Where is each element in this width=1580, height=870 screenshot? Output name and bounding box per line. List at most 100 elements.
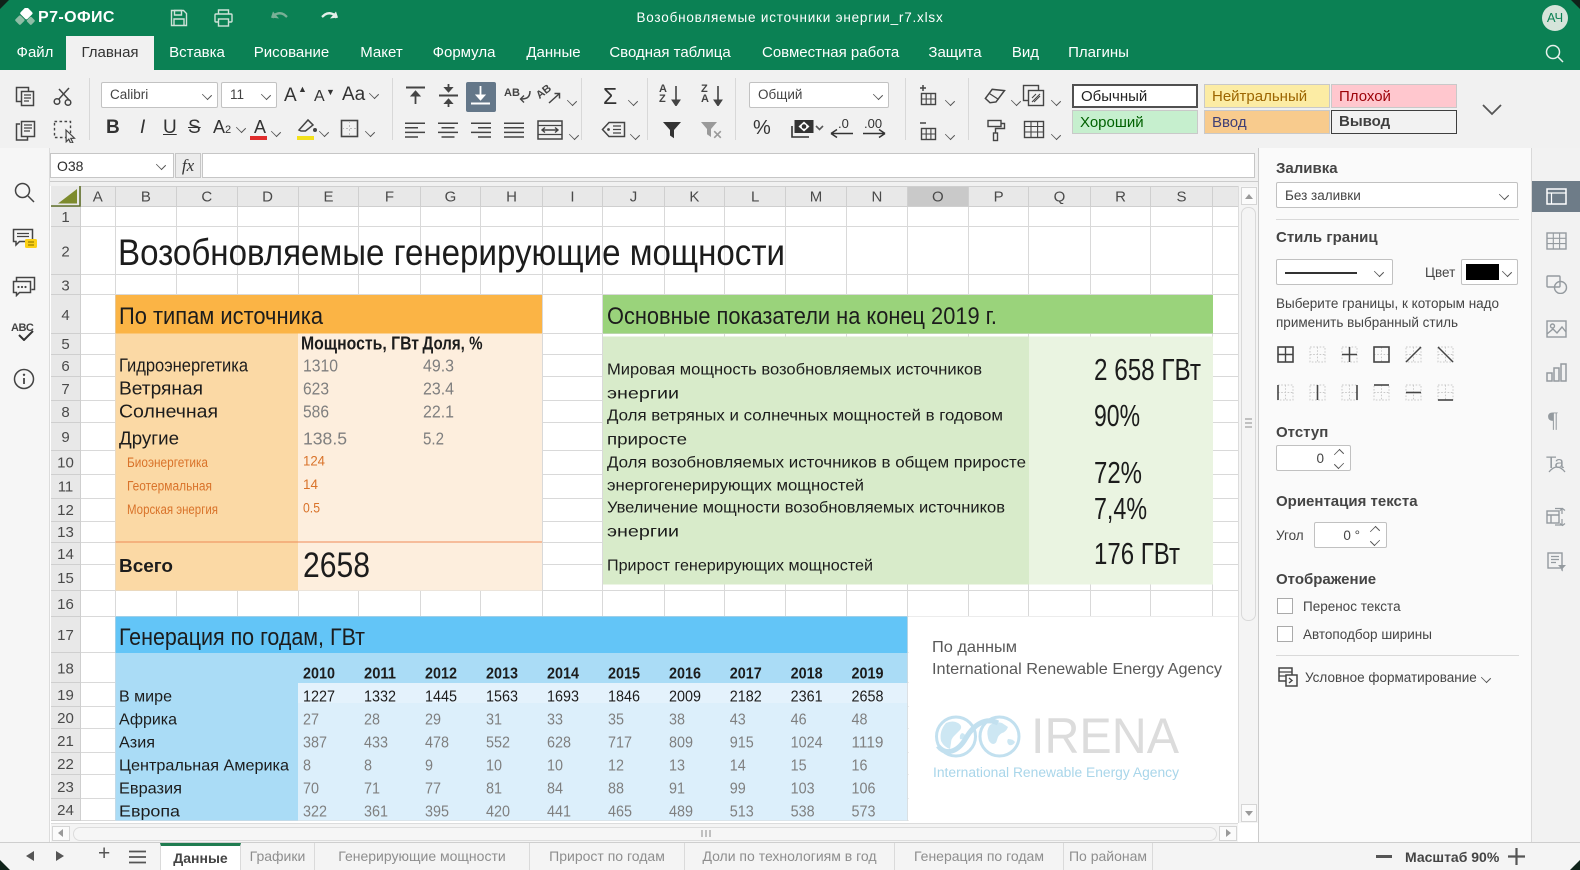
svg-text:465: 465 <box>608 804 632 821</box>
svg-text:395: 395 <box>425 804 449 821</box>
svg-text:2017: 2017 <box>730 666 762 683</box>
svg-text:46: 46 <box>791 712 807 729</box>
svg-text:717: 717 <box>608 735 632 752</box>
svg-text:1332: 1332 <box>364 689 396 706</box>
svg-text:433: 433 <box>364 735 388 752</box>
svg-text:124: 124 <box>303 454 325 469</box>
svg-text:2: 2 <box>61 244 69 261</box>
svg-text:15: 15 <box>791 758 807 775</box>
svg-text:573: 573 <box>852 804 876 821</box>
svg-text:9: 9 <box>61 429 69 446</box>
svg-text:176 ГВт: 176 ГВт <box>1094 536 1180 571</box>
svg-text:Мировая мощность возобновляемы: Мировая мощность возобновляемых источник… <box>607 362 982 379</box>
svg-text:20: 20 <box>57 710 74 727</box>
svg-text:2013: 2013 <box>486 666 518 683</box>
svg-text:R: R <box>1115 189 1126 206</box>
svg-text:49.3: 49.3 <box>423 356 454 376</box>
svg-text:441: 441 <box>547 804 571 821</box>
svg-text:13: 13 <box>669 758 685 775</box>
svg-text:B: B <box>141 189 151 206</box>
svg-text:2658: 2658 <box>852 689 884 706</box>
svg-text:18: 18 <box>57 661 74 678</box>
svg-text:1024: 1024 <box>791 735 823 752</box>
svg-text:8: 8 <box>364 758 372 775</box>
svg-text:17: 17 <box>57 627 74 644</box>
svg-text:A: A <box>93 189 103 206</box>
svg-text:5.2: 5.2 <box>423 429 444 449</box>
svg-text:16: 16 <box>57 596 74 613</box>
svg-text:.0: .0 <box>838 117 849 131</box>
svg-text:1846: 1846 <box>608 689 640 706</box>
svg-text:70: 70 <box>303 781 319 798</box>
svg-text:D: D <box>262 189 273 206</box>
svg-text:Возобновляемые генерирующие мо: Возобновляемые генерирующие мощности <box>118 232 785 273</box>
svg-text:Доля, %: Доля, % <box>423 334 483 354</box>
svg-text:International Renewable Energy: International Renewable Energy Agency <box>932 661 1222 678</box>
svg-text:J: J <box>630 189 638 206</box>
svg-text:28: 28 <box>364 712 380 729</box>
svg-text:C: C <box>201 189 212 206</box>
svg-text:энергии: энергии <box>607 386 679 403</box>
svg-text:623: 623 <box>303 379 329 399</box>
svg-text:10: 10 <box>547 758 563 775</box>
svg-text:322: 322 <box>303 804 327 821</box>
svg-text:Центральная Америка: Центральная Америка <box>119 758 289 775</box>
svg-text:5: 5 <box>61 336 69 353</box>
svg-text:33: 33 <box>547 712 563 729</box>
svg-text:Мощность, ГВт: Мощность, ГВт <box>301 334 419 354</box>
svg-text:77: 77 <box>425 781 441 798</box>
svg-text:IRENA: IRENA <box>1031 708 1180 764</box>
svg-text:приросте: приросте <box>607 432 687 449</box>
svg-text:628: 628 <box>547 735 571 752</box>
svg-text:7: 7 <box>61 381 69 398</box>
svg-text:2011: 2011 <box>364 666 396 683</box>
svg-text:16: 16 <box>852 758 868 775</box>
svg-text:38: 38 <box>669 712 685 729</box>
svg-text:2018: 2018 <box>791 666 823 683</box>
svg-text:E: E <box>323 189 333 206</box>
svg-text:2010: 2010 <box>303 666 335 683</box>
svg-text:24: 24 <box>57 802 74 819</box>
svg-text:1563: 1563 <box>486 689 518 706</box>
svg-text:энергии: энергии <box>607 524 679 541</box>
svg-text:P: P <box>994 189 1004 206</box>
svg-text:809: 809 <box>669 735 693 752</box>
svg-text:23: 23 <box>57 779 74 796</box>
svg-text:2014: 2014 <box>547 666 579 683</box>
svg-text:10: 10 <box>57 455 74 472</box>
svg-text:2016: 2016 <box>669 666 701 683</box>
svg-text:I: I <box>570 189 574 206</box>
svg-text:L: L <box>751 189 759 206</box>
svg-text:Морская энергия: Морская энергия <box>127 502 218 517</box>
svg-text:Евразия: Евразия <box>119 781 182 798</box>
svg-text:21: 21 <box>57 733 74 750</box>
svg-text:0.5: 0.5 <box>303 501 320 516</box>
svg-text:538: 538 <box>791 804 815 821</box>
svg-text:99: 99 <box>730 781 746 798</box>
svg-text:2019: 2019 <box>852 666 884 683</box>
svg-text:106: 106 <box>852 781 876 798</box>
svg-text:586: 586 <box>303 402 329 422</box>
svg-text:N: N <box>871 189 882 206</box>
svg-text:энергогенерирующих мощностей: энергогенерирующих мощностей <box>607 478 864 495</box>
svg-text:420: 420 <box>486 804 510 821</box>
svg-text:71: 71 <box>364 781 380 798</box>
svg-text:M: M <box>810 189 823 206</box>
svg-text:F: F <box>385 189 394 206</box>
svg-text:Увеличение мощности возобновля: Увеличение мощности возобновляемых источ… <box>607 500 1005 517</box>
svg-text:103: 103 <box>791 781 815 798</box>
svg-text:Ветряная: Ветряная <box>119 379 203 399</box>
svg-text:Биоэнергетика: Биоэнергетика <box>127 455 208 470</box>
svg-text:513: 513 <box>730 804 754 821</box>
svg-text:Q: Q <box>1054 189 1066 206</box>
svg-text:1445: 1445 <box>425 689 457 706</box>
svg-text:Азия: Азия <box>119 735 155 752</box>
svg-text:915: 915 <box>730 735 754 752</box>
svg-text:Доля ветряных и солнечных мощн: Доля ветряных и солнечных мощностей в го… <box>607 408 1003 425</box>
svg-text:23.4: 23.4 <box>423 379 454 399</box>
svg-text:478: 478 <box>425 735 449 752</box>
svg-text:2012: 2012 <box>425 666 457 683</box>
svg-text:14: 14 <box>730 758 746 775</box>
svg-text:13: 13 <box>57 524 74 541</box>
svg-text:91: 91 <box>669 781 685 798</box>
